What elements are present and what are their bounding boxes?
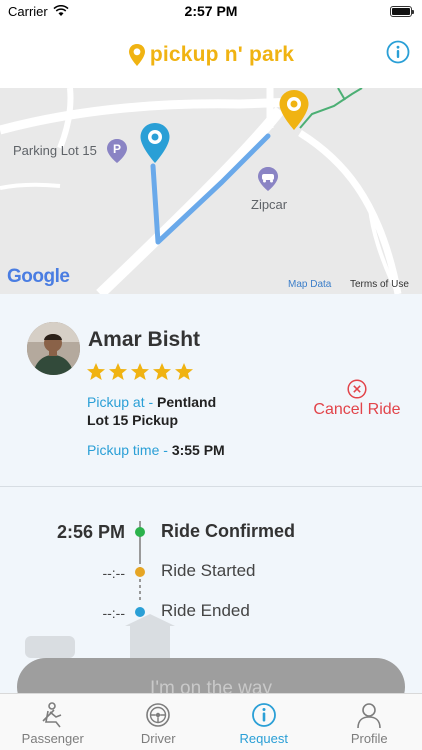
app-logo-text: pickup n' park	[149, 43, 295, 66]
map-label-parking-lot: Parking Lot 15	[13, 143, 97, 158]
app-logo: pickup n' park	[128, 43, 294, 67]
background-illustration	[25, 614, 175, 658]
avatar	[27, 322, 80, 375]
tab-request-label: Request	[239, 731, 288, 746]
ride-panel: Amar Bisht Pickup at - Pentland Lot 15 P…	[0, 294, 422, 694]
wifi-icon	[53, 5, 69, 16]
timeline-label: Ride Started	[161, 561, 256, 580]
status-dot-started	[135, 567, 145, 577]
battery-icon	[390, 5, 414, 17]
cancel-ride-button[interactable]: Cancel Ride	[306, 379, 408, 419]
pickup-time-value: 3:55 PM	[171, 442, 225, 458]
star-icon	[175, 363, 193, 380]
timeline-time: 2:56 PM	[56, 522, 125, 542]
star-icon	[87, 363, 105, 380]
tab-request[interactable]: Request	[211, 694, 317, 750]
parking-icon: P	[107, 139, 127, 163]
map-data-link[interactable]: Map Data	[288, 279, 331, 290]
timeline-item: 2:56 PM Ride Confirmed	[0, 520, 422, 544]
pickup-location-pin-icon[interactable]	[278, 89, 310, 131]
close-circle-icon	[347, 379, 367, 399]
timeline-label: Ride Confirmed	[161, 521, 296, 541]
driver-location-pin-icon[interactable]	[139, 122, 171, 164]
location-pin-icon	[128, 44, 145, 66]
star-icon	[109, 363, 127, 380]
star-icon	[153, 363, 171, 380]
carrier-label: Carrier	[8, 3, 48, 19]
tab-passenger[interactable]: Passenger	[0, 694, 106, 750]
timeline-time: --:--	[102, 565, 125, 581]
pickup-time: Pickup time - 3:55 PM	[87, 442, 225, 458]
pickup-location-line1: Pentland	[157, 394, 217, 410]
person-icon	[357, 703, 382, 729]
tab-driver[interactable]: Driver	[106, 694, 212, 750]
driver-card: Amar Bisht Pickup at - Pentland Lot 15 P…	[0, 294, 422, 486]
driver-name: Amar Bisht	[88, 328, 201, 351]
on-the-way-button[interactable]: I'm on the way	[17, 658, 405, 694]
pickup-location: Pickup at - Pentland Lot 15 Pickup	[87, 393, 216, 429]
tab-bar: Passenger Driver Request Profile	[0, 693, 422, 750]
tab-profile-label: Profile	[350, 731, 388, 746]
info-icon	[251, 703, 276, 727]
tab-passenger-label: Passenger	[21, 731, 84, 746]
google-logo: Google	[7, 266, 70, 287]
pickup-location-line2: Lot 15 Pickup	[87, 412, 179, 428]
map-label-zipcar: Zipcar	[251, 197, 288, 212]
steering-wheel-icon	[146, 703, 171, 727]
divider	[0, 486, 422, 487]
cancel-ride-label: Cancel Ride	[313, 401, 401, 418]
rating-stars	[86, 362, 194, 382]
status-time: 2:57 PM	[184, 3, 238, 19]
info-icon[interactable]	[386, 40, 410, 64]
car-icon	[258, 167, 278, 191]
status-dot-confirmed	[135, 527, 145, 537]
passenger-seat-icon	[42, 702, 62, 728]
timeline-item: --:-- Ride Started	[0, 560, 422, 584]
pickup-label: Pickup at -	[87, 394, 158, 410]
svg-text:P: P	[113, 142, 121, 156]
status-bar: Carrier 2:57 PM	[0, 0, 422, 22]
pickup-time-label: Pickup time -	[87, 442, 172, 458]
map-view[interactable]: P Parking Lot 15 Zipcar Google Map Data …	[0, 88, 422, 294]
tab-driver-label: Driver	[140, 731, 176, 746]
app-header: pickup n' park	[0, 22, 422, 88]
star-icon	[131, 363, 149, 380]
terms-of-use-link[interactable]: Terms of Use	[350, 279, 409, 290]
tab-profile[interactable]: Profile	[317, 694, 422, 750]
